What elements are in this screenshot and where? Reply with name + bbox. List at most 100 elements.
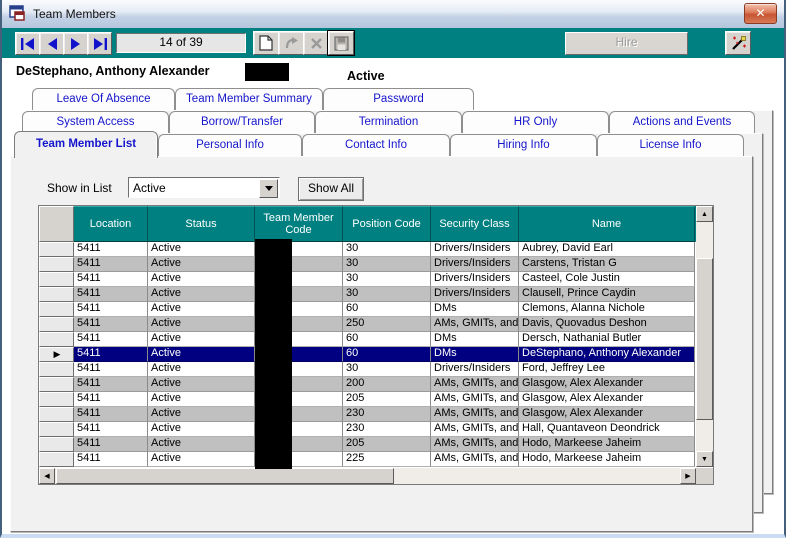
- grid-cell[interactable]: Active: [148, 437, 255, 452]
- row-selector[interactable]: [39, 422, 74, 437]
- tab-team-member-summary[interactable]: Team Member Summary: [175, 88, 323, 110]
- grid-cell[interactable]: Hall, Quantaveon Deondrick: [519, 422, 695, 437]
- grid-cell[interactable]: DMs: [431, 332, 519, 347]
- row-selector[interactable]: [39, 332, 74, 347]
- tab-hiring-info[interactable]: Hiring Info: [450, 134, 597, 156]
- table-row[interactable]: 5411Active 230AMs, GMITs, and SGlasgow, A…: [39, 407, 696, 422]
- grid-cell[interactable]: Hodo, Markeese Jaheim: [519, 437, 695, 452]
- grid-cell[interactable]: 5411: [74, 362, 148, 377]
- grid-cell[interactable]: 5411: [74, 452, 148, 467]
- grid-cell[interactable]: DMs: [431, 347, 519, 362]
- grid-cell[interactable]: AMs, GMITs, and S: [431, 422, 519, 437]
- grid-cell[interactable]: AMs, GMITs, and S: [431, 377, 519, 392]
- next-record-button[interactable]: [63, 32, 88, 55]
- grid-cell[interactable]: 5411: [74, 377, 148, 392]
- grid-header-security-class[interactable]: Security Class: [431, 206, 519, 242]
- table-row[interactable]: 5411 Active 60 DMs Dersch, Nathanial Butler: [39, 332, 696, 347]
- table-row[interactable]: 5411Active 205AMs, GMITs, and SHodo, Mark…: [39, 437, 696, 452]
- row-selector[interactable]: [39, 287, 74, 302]
- grid-cell[interactable]: AMs, GMITs, and S: [431, 437, 519, 452]
- grid-cell[interactable]: Clemons, Alanna Nichole: [519, 302, 695, 317]
- row-selector[interactable]: [39, 407, 74, 422]
- row-selector[interactable]: [39, 377, 74, 392]
- tab-actions-and-events[interactable]: Actions and Events: [609, 111, 755, 133]
- grid-cell[interactable]: Glasgow, Alex Alexander: [519, 377, 695, 392]
- show-in-list-dropdown[interactable]: Active: [128, 177, 280, 198]
- grid-cell[interactable]: Drivers/Insiders: [431, 242, 519, 257]
- row-selector[interactable]: [39, 317, 74, 332]
- grid-cell[interactable]: Drivers/Insiders: [431, 287, 519, 302]
- table-row[interactable]: 5411Active 225AMs, GMITs, and SHodo, Mark…: [39, 452, 696, 467]
- grid-header-name[interactable]: Name: [519, 206, 695, 242]
- table-row[interactable]: 5411 Active 30 Drivers/Insiders Casteel, Col…: [39, 272, 696, 287]
- grid-cell[interactable]: 5411: [74, 242, 148, 257]
- grid-cell[interactable]: 5411: [74, 347, 148, 362]
- grid-cell[interactable]: AMs, GMITs, and S: [431, 452, 519, 467]
- grid-cell[interactable]: 5411: [74, 437, 148, 452]
- horizontal-scrollbar[interactable]: ◀ ▶: [39, 468, 696, 484]
- grid-cell[interactable]: Ford, Jeffrey Lee: [519, 362, 695, 377]
- grid-cell[interactable]: Active: [148, 377, 255, 392]
- grid-cell[interactable]: Hodo, Markeese Jaheim: [519, 452, 695, 467]
- grid-cell[interactable]: AMs, GMITs, and S: [431, 317, 519, 332]
- row-selector[interactable]: [39, 362, 74, 377]
- grid-header-status[interactable]: Status: [148, 206, 255, 242]
- grid-cell[interactable]: Active: [148, 452, 255, 467]
- grid-cell[interactable]: DMs: [431, 302, 519, 317]
- grid-cell[interactable]: 30: [343, 272, 431, 287]
- last-record-button[interactable]: [87, 32, 112, 55]
- table-row[interactable]: 5411 Active 30 Drivers/Insiders Carstens, Tr…: [39, 257, 696, 272]
- table-row[interactable]: 5411 Active 30 Drivers/Insiders Aubrey, Davi…: [39, 242, 696, 257]
- tab-team-member-list[interactable]: Team Member List: [14, 131, 158, 158]
- grid-cell[interactable]: 60: [343, 302, 431, 317]
- tab-leave-of-absence[interactable]: Leave Of Absence: [32, 88, 175, 110]
- table-row[interactable]: ▶ 5411 Active 60 DMs DeStephano, Anthony Alex…: [39, 347, 696, 362]
- wizard-button[interactable]: [725, 31, 751, 55]
- grid-cell[interactable]: 5411: [74, 317, 148, 332]
- delete-record-button[interactable]: [303, 31, 329, 55]
- grid-cell[interactable]: 230: [343, 422, 431, 437]
- table-row[interactable]: 5411Active 230AMs, GMITs, and SHall, Quan…: [39, 422, 696, 437]
- row-selector[interactable]: [39, 392, 74, 407]
- scroll-down-icon[interactable]: ▼: [696, 451, 713, 467]
- grid-cell[interactable]: Active: [148, 317, 255, 332]
- grid-cell[interactable]: Active: [148, 332, 255, 347]
- grid-cell[interactable]: 5411: [74, 257, 148, 272]
- row-selector[interactable]: [39, 437, 74, 452]
- grid-cell[interactable]: AMs, GMITs, and S: [431, 407, 519, 422]
- grid-cell[interactable]: Drivers/Insiders: [431, 272, 519, 287]
- grid-cell[interactable]: 5411: [74, 422, 148, 437]
- grid-cell[interactable]: Active: [148, 242, 255, 257]
- table-row[interactable]: 5411Active 205AMs, GMITs, and SGlasgow, A…: [39, 392, 696, 407]
- vertical-scroll-thumb[interactable]: [696, 258, 713, 420]
- grid-header-team-member-code[interactable]: Team Member Code: [255, 206, 343, 242]
- grid-header-position-code[interactable]: Position Code: [343, 206, 431, 242]
- grid-cell[interactable]: Active: [148, 272, 255, 287]
- scroll-left-icon[interactable]: ◀: [39, 468, 55, 484]
- grid-cell[interactable]: 30: [343, 362, 431, 377]
- table-row[interactable]: 5411Active 250AMs, GMITs, and SDavis, Quo…: [39, 317, 696, 332]
- grid-cell[interactable]: Active: [148, 362, 255, 377]
- grid-header-location[interactable]: Location: [74, 206, 148, 242]
- grid-cell[interactable]: 30: [343, 242, 431, 257]
- grid-cell[interactable]: 225: [343, 452, 431, 467]
- grid-cell[interactable]: 5411: [74, 302, 148, 317]
- scroll-up-icon[interactable]: ▲: [696, 206, 713, 222]
- tab-termination[interactable]: Termination: [315, 111, 462, 133]
- grid-cell[interactable]: 230: [343, 407, 431, 422]
- grid-cell[interactable]: Active: [148, 257, 255, 272]
- table-row[interactable]: 5411 Active 30 Drivers/Insiders Ford, Jeffre…: [39, 362, 696, 377]
- grid-cell[interactable]: 205: [343, 437, 431, 452]
- grid-cell[interactable]: 30: [343, 287, 431, 302]
- grid-cell[interactable]: 5411: [74, 287, 148, 302]
- row-selector[interactable]: [39, 257, 74, 272]
- title-bar[interactable]: Team Members ✕: [2, 0, 784, 29]
- grid-cell[interactable]: 5411: [74, 332, 148, 347]
- tab-system-access[interactable]: System Access: [22, 111, 169, 133]
- grid-cell[interactable]: Glasgow, Alex Alexander: [519, 392, 695, 407]
- grid-cell[interactable]: Active: [148, 422, 255, 437]
- grid-cell[interactable]: 205: [343, 392, 431, 407]
- new-record-button[interactable]: [253, 31, 279, 55]
- table-row[interactable]: 5411 Active 30 Drivers/Insiders Clausell, Pr…: [39, 287, 696, 302]
- grid-cell[interactable]: 5411: [74, 272, 148, 287]
